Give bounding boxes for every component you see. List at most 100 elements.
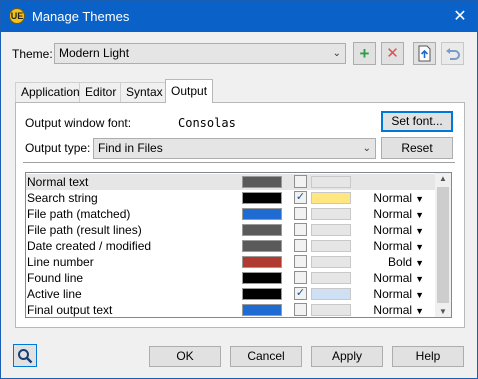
dropdown-arrow-icon: ▼ bbox=[415, 274, 424, 284]
delete-theme-button[interactable]: ✕ bbox=[381, 42, 404, 65]
scroll-thumb[interactable] bbox=[437, 187, 449, 303]
foreground-color-swatch[interactable] bbox=[242, 272, 282, 284]
background-checkbox[interactable]: ✓ bbox=[294, 287, 307, 300]
plus-icon: + bbox=[359, 44, 370, 63]
background-checkbox[interactable] bbox=[294, 303, 307, 316]
dropdown-arrow-icon: ▼ bbox=[415, 210, 424, 220]
background-color-swatch[interactable] bbox=[311, 240, 351, 252]
background-color-swatch[interactable] bbox=[311, 304, 351, 316]
tab-output[interactable]: Output bbox=[165, 79, 214, 103]
scroll-down-icon[interactable]: ▼ bbox=[435, 307, 451, 316]
foreground-color-swatch[interactable] bbox=[242, 240, 282, 252]
font-style-select[interactable]: Bold ▼ bbox=[366, 255, 424, 269]
background-checkbox[interactable]: ✓ bbox=[294, 191, 307, 204]
cancel-button[interactable]: Cancel bbox=[230, 346, 302, 367]
export-icon bbox=[418, 45, 431, 62]
font-style-select[interactable]: Normal ▼ bbox=[366, 223, 424, 237]
background-color-swatch[interactable] bbox=[311, 176, 351, 188]
row-label: Line number bbox=[27, 255, 94, 269]
background-checkbox[interactable] bbox=[294, 271, 307, 284]
font-style-value: Normal bbox=[373, 239, 413, 253]
output-font-label: Output window font: bbox=[25, 116, 132, 130]
foreground-color-swatch[interactable] bbox=[242, 224, 282, 236]
list-item[interactable]: Search string ✓ Normal ▼ bbox=[26, 190, 436, 206]
foreground-color-swatch[interactable] bbox=[242, 208, 282, 220]
font-style-select[interactable]: Normal ▼ bbox=[366, 207, 424, 221]
output-font-value: Consolas bbox=[178, 116, 236, 130]
font-style-select[interactable]: Normal ▼ bbox=[366, 271, 424, 285]
list-item[interactable]: Line number Bold ▼ bbox=[26, 254, 436, 270]
apply-button[interactable]: Apply bbox=[311, 346, 383, 367]
theme-select-value: Modern Light bbox=[59, 46, 130, 60]
dropdown-arrow-icon: ▼ bbox=[415, 290, 424, 300]
background-checkbox[interactable] bbox=[294, 223, 307, 236]
list-item[interactable]: File path (result lines) Normal ▼ bbox=[26, 222, 436, 238]
background-checkbox[interactable] bbox=[294, 239, 307, 252]
row-label: File path (result lines) bbox=[27, 223, 142, 237]
delete-x-icon: ✕ bbox=[386, 45, 399, 62]
background-color-swatch[interactable] bbox=[311, 256, 351, 268]
list-item[interactable]: Normal text bbox=[26, 174, 436, 190]
row-label: File path (matched) bbox=[27, 207, 131, 221]
row-label: Active line bbox=[27, 287, 82, 301]
dropdown-arrow-icon: ▼ bbox=[415, 258, 424, 268]
theme-label: Theme: bbox=[12, 47, 53, 61]
foreground-color-swatch[interactable] bbox=[242, 192, 282, 204]
foreground-color-swatch[interactable] bbox=[242, 176, 282, 188]
theme-select[interactable]: Modern Light ⌄ bbox=[54, 43, 346, 64]
export-theme-button[interactable] bbox=[413, 42, 436, 65]
font-style-value: Bold bbox=[388, 255, 413, 269]
ok-button[interactable]: OK bbox=[149, 346, 221, 367]
font-style-value: Normal bbox=[373, 191, 413, 205]
list-item[interactable]: Final output text Normal ▼ bbox=[26, 302, 436, 317]
background-checkbox[interactable] bbox=[294, 207, 307, 220]
undo-button[interactable] bbox=[441, 42, 464, 65]
output-element-list[interactable]: Normal text Search string ✓ Normal ▼ File pat… bbox=[25, 172, 452, 318]
background-color-swatch[interactable] bbox=[311, 224, 351, 236]
magnifier-icon bbox=[18, 349, 33, 364]
vertical-scrollbar[interactable]: ▲ ▼ bbox=[435, 173, 451, 317]
font-style-select[interactable]: Normal ▼ bbox=[366, 303, 424, 317]
list-item[interactable]: Found line Normal ▼ bbox=[26, 270, 436, 286]
help-button[interactable]: Help bbox=[392, 346, 464, 367]
undo-icon bbox=[445, 48, 460, 60]
title-bar: UE Manage Themes ✕ bbox=[1, 1, 477, 32]
font-style-value: Normal bbox=[373, 271, 413, 285]
row-label: Date created / modified bbox=[27, 239, 152, 253]
chevron-down-icon: ⌄ bbox=[362, 143, 371, 154]
add-theme-button[interactable]: + bbox=[353, 42, 376, 65]
tab-editor[interactable]: Editor bbox=[79, 82, 123, 103]
reset-button[interactable]: Reset bbox=[381, 137, 453, 159]
background-color-swatch[interactable] bbox=[311, 208, 351, 220]
tab-application[interactable]: Application bbox=[15, 82, 86, 103]
background-checkbox[interactable] bbox=[294, 255, 307, 268]
manage-themes-dialog: UE Manage Themes ✕ Theme: Modern Light ⌄… bbox=[0, 0, 478, 379]
font-style-select[interactable]: Normal ▼ bbox=[366, 287, 424, 301]
background-color-swatch[interactable] bbox=[311, 288, 351, 300]
search-button[interactable] bbox=[13, 344, 37, 367]
list-item[interactable]: File path (matched) Normal ▼ bbox=[26, 206, 436, 222]
window-title: Manage Themes bbox=[32, 9, 130, 24]
list-item[interactable]: Date created / modified Normal ▼ bbox=[26, 238, 436, 254]
row-label: Search string bbox=[27, 191, 98, 205]
close-icon[interactable]: ✕ bbox=[443, 1, 477, 32]
font-style-value: Normal bbox=[373, 207, 413, 221]
font-style-value: Normal bbox=[373, 223, 413, 237]
background-color-swatch[interactable] bbox=[311, 192, 351, 204]
list-item[interactable]: Active line ✓ Normal ▼ bbox=[26, 286, 436, 302]
dropdown-arrow-icon: ▼ bbox=[415, 226, 424, 236]
background-color-swatch[interactable] bbox=[311, 272, 351, 284]
output-type-select[interactable]: Find in Files ⌄ bbox=[93, 138, 376, 159]
foreground-color-swatch[interactable] bbox=[242, 256, 282, 268]
row-label: Found line bbox=[27, 271, 84, 285]
scroll-up-icon[interactable]: ▲ bbox=[435, 174, 451, 183]
font-style-select[interactable]: Normal ▼ bbox=[366, 239, 424, 253]
foreground-color-swatch[interactable] bbox=[242, 288, 282, 300]
foreground-color-swatch[interactable] bbox=[242, 304, 282, 316]
dropdown-arrow-icon: ▼ bbox=[415, 194, 424, 204]
background-checkbox[interactable] bbox=[294, 175, 307, 188]
tab-syntax[interactable]: Syntax bbox=[120, 82, 169, 103]
font-style-select[interactable]: Normal ▼ bbox=[366, 191, 424, 205]
app-logo-icon: UE bbox=[9, 8, 25, 24]
set-font-button[interactable]: Set font... bbox=[381, 111, 453, 132]
